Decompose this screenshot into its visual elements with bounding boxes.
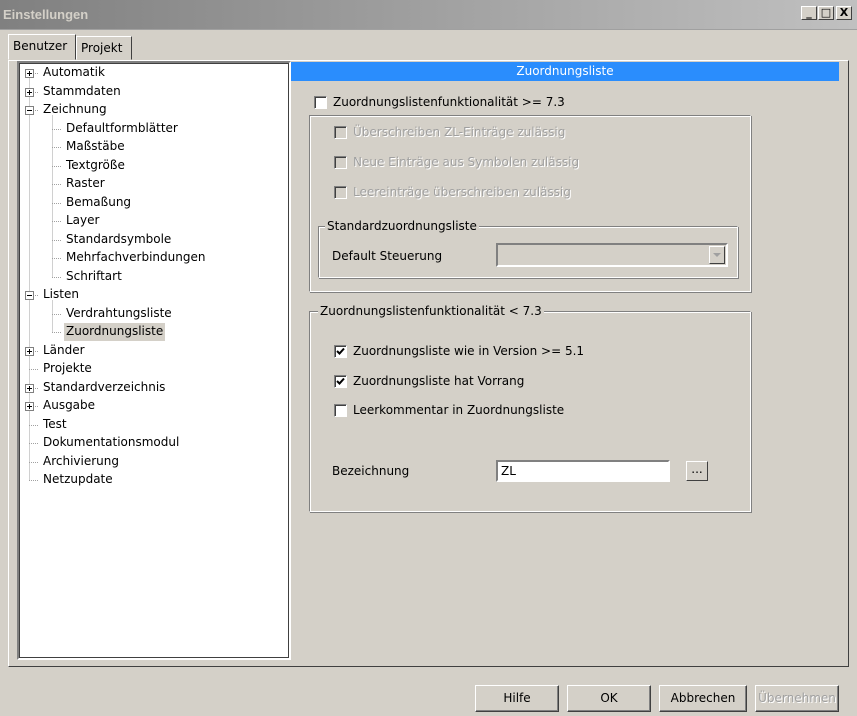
checkbox-box[interactable]: [334, 345, 347, 358]
apply-button[interactable]: Übernehmen: [755, 685, 839, 712]
option-priority[interactable]: Zuordnungsliste hat Vorrang: [334, 373, 594, 391]
cancel-button[interactable]: Abbrechen: [659, 685, 747, 712]
expand-toggle-icon[interactable]: [25, 347, 34, 356]
tree-item-projekte[interactable]: Projekte: [41, 360, 94, 378]
tab-projekt[interactable]: Projekt: [76, 36, 132, 60]
tree-item-ausgabe[interactable]: Ausgabe: [41, 397, 97, 415]
func-ge-73-checkbox[interactable]: Zuordnungslistenfunktionalität >= 7.3: [314, 94, 574, 112]
collapse-toggle-icon[interactable]: [25, 291, 34, 300]
checkbox-box[interactable]: [334, 404, 347, 417]
check-icon: [336, 347, 345, 355]
group-legend: Standardzuordnungsliste: [325, 219, 479, 233]
tree-item-standardsymbole[interactable]: Standardsymbole: [64, 231, 173, 249]
option-new-entries[interactable]: Neue Einträge aus Symbolen zulässig: [334, 154, 594, 172]
section-header: Zuordnungsliste: [291, 62, 839, 81]
checkbox-box[interactable]: [334, 126, 347, 139]
browse-button[interactable]: ...: [686, 461, 708, 481]
tree-item-zeichnung[interactable]: Zeichnung: [41, 101, 109, 119]
bezeichnung-input[interactable]: ZL: [496, 460, 670, 482]
close-button[interactable]: X: [836, 6, 852, 20]
tree-item-stammdaten[interactable]: Stammdaten: [41, 83, 123, 101]
checkbox-box[interactable]: [334, 186, 347, 199]
expand-toggle-icon[interactable]: [25, 402, 34, 411]
ok-button[interactable]: OK: [567, 685, 651, 712]
option-overwrite-zl[interactable]: Überschreiben ZL-Einträge zulässig: [334, 124, 594, 142]
window-title: Einstellungen: [3, 7, 89, 22]
title-bar: Einstellungen _ □ X: [0, 0, 857, 30]
tree-item-raster[interactable]: Raster: [64, 175, 107, 193]
minimize-icon: _: [806, 6, 812, 19]
option-version-51[interactable]: Zuordnungsliste wie in Version >= 5.1: [334, 343, 594, 361]
tree-item-defaultformblätter[interactable]: Defaultformblätter: [64, 120, 180, 138]
group-legend: Zuordnungslistenfunktionalität < 7.3: [318, 304, 544, 318]
expand-toggle-icon[interactable]: [25, 88, 34, 97]
option-empty-overwrite[interactable]: Leereinträge überschreiben zulässig: [334, 184, 594, 202]
tree-item-schriftart[interactable]: Schriftart: [64, 268, 124, 286]
chevron-down-icon: [713, 253, 721, 257]
tree-item-netzupdate[interactable]: Netzupdate: [41, 471, 115, 489]
bezeichnung-label: Bezeichnung: [332, 464, 410, 478]
maximize-icon: □: [820, 6, 832, 19]
checkbox-box[interactable]: [314, 96, 327, 109]
help-button[interactable]: Hilfe: [475, 685, 559, 712]
tree-item-layer[interactable]: Layer: [64, 212, 101, 230]
checkbox-box[interactable]: [334, 375, 347, 388]
close-icon: X: [839, 6, 849, 19]
tree-item-länder[interactable]: Länder: [41, 342, 87, 360]
option-empty-comment[interactable]: Leerkommentar in Zuordnungsliste: [334, 402, 594, 420]
tree-item-automatik[interactable]: Automatik: [41, 64, 107, 82]
default-steuerung-select[interactable]: [496, 243, 728, 267]
maximize-button[interactable]: □: [818, 6, 834, 20]
collapse-toggle-icon[interactable]: [25, 106, 34, 115]
tree-item-mehrfachverbindungen[interactable]: Mehrfachverbindungen: [64, 249, 207, 267]
tree-item-standardverzeichnis[interactable]: Standardverzeichnis: [41, 379, 167, 397]
tree-item-archivierung[interactable]: Archivierung: [41, 453, 121, 471]
tree-item-verdrahtungsliste[interactable]: Verdrahtungsliste: [64, 305, 174, 323]
check-icon: [336, 377, 345, 385]
expand-toggle-icon[interactable]: [25, 384, 34, 393]
default-steuerung-label: Default Steuerung: [332, 249, 443, 263]
tree-item-listen[interactable]: Listen: [41, 286, 81, 304]
tree-item-maßstäbe[interactable]: Maßstäbe: [64, 138, 127, 156]
dropdown-button[interactable]: [709, 246, 725, 264]
tree-item-dokumentationsmodul[interactable]: Dokumentationsmodul: [41, 434, 181, 452]
tree-item-textgröße[interactable]: Textgröße: [64, 157, 127, 175]
minimize-button[interactable]: _: [801, 6, 817, 20]
tab-benutzer[interactable]: Benutzer: [8, 34, 76, 60]
tree-item-test[interactable]: Test: [41, 416, 69, 434]
tree-item-zuordnungsliste[interactable]: Zuordnungsliste: [64, 323, 166, 341]
expand-toggle-icon[interactable]: [25, 69, 34, 78]
checkbox-box[interactable]: [334, 156, 347, 169]
settings-tree[interactable]: Automatik Stammdaten Zeichnung Defaultformb…: [17, 61, 291, 660]
tree-item-bemaßung[interactable]: Bemaßung: [64, 194, 133, 212]
